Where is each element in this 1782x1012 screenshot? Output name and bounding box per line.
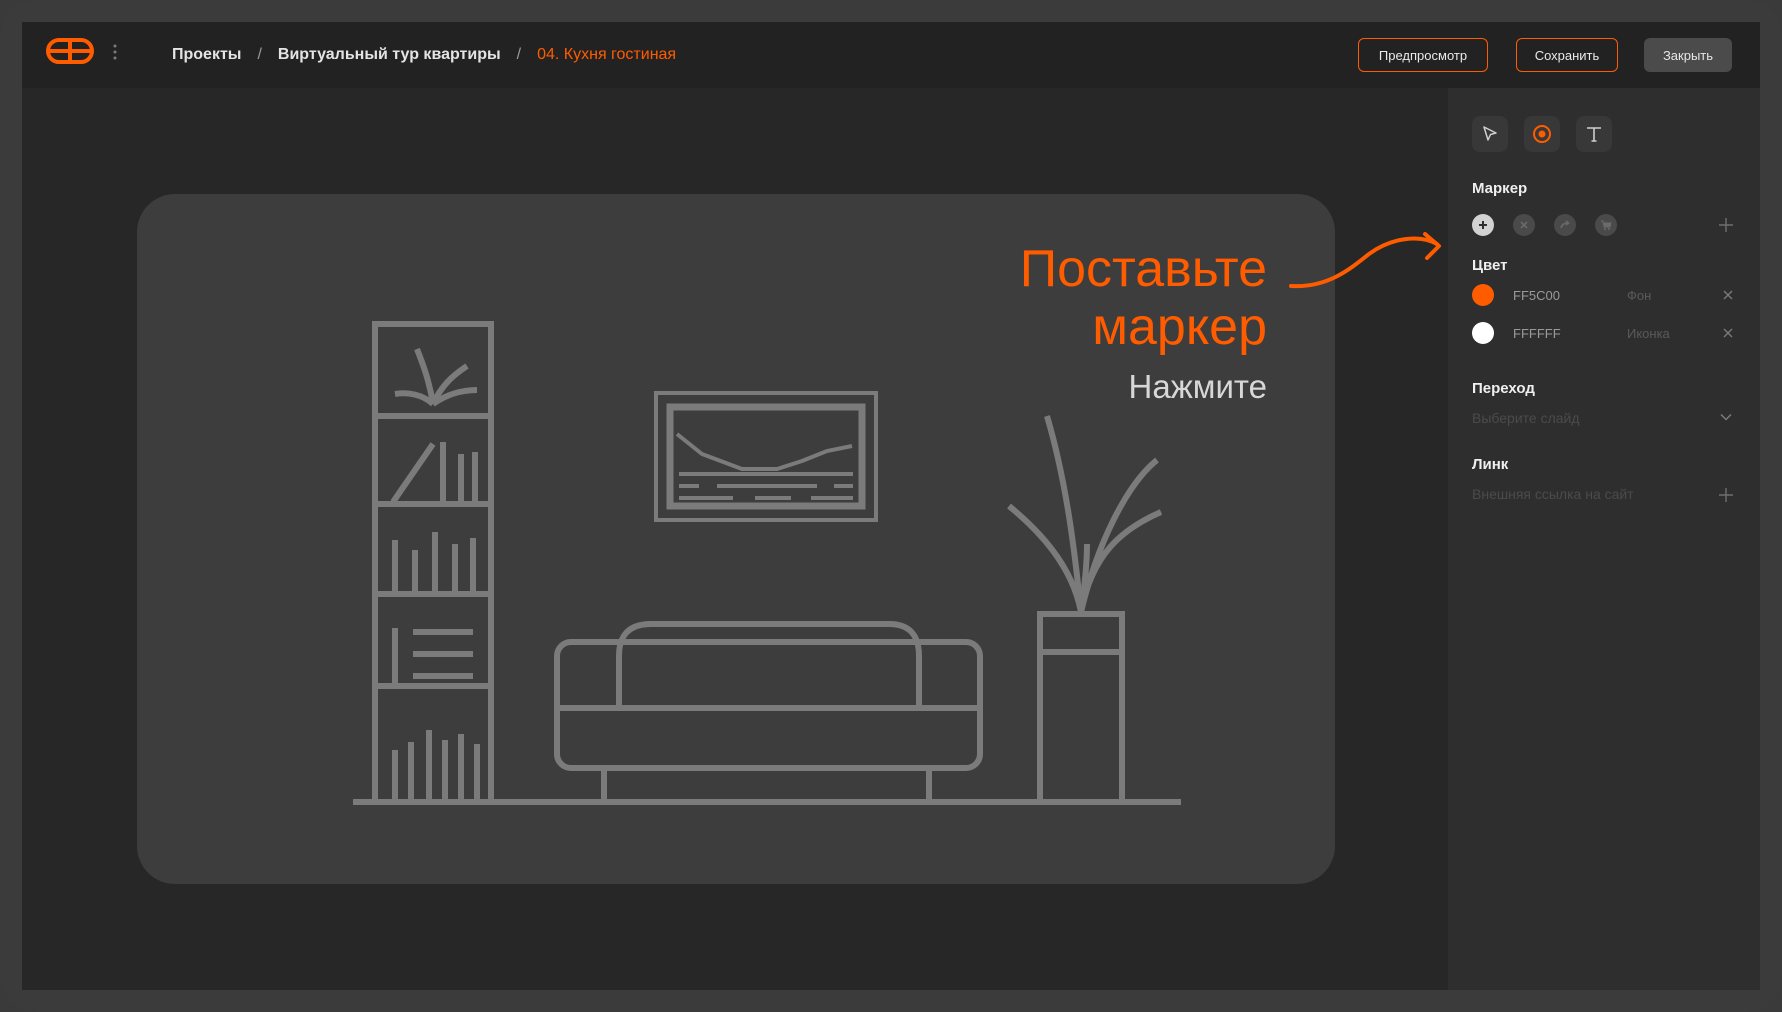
sofa [554, 621, 983, 802]
close-button[interactable]: Закрыть [1644, 38, 1732, 72]
cart-icon[interactable] [1595, 214, 1617, 236]
hint-title: Поставьте маркер [1020, 240, 1267, 356]
breadcrumb-projects[interactable]: Проекты [172, 46, 241, 64]
color-hex-background[interactable]: FF5C00 [1513, 288, 1560, 303]
color-swatch-icon[interactable] [1472, 322, 1494, 344]
properties-panel: Маркер Цвет FF5C00 Фон FFFFFF Иконка Пер… [1448, 88, 1760, 990]
transition-section-title: Переход [1472, 380, 1535, 397]
breadcrumb-tour[interactable]: Виртуальный тур квартиры [278, 46, 501, 64]
color-row-background: FF5C00 Фон [1472, 283, 1736, 309]
hint-title-line2: маркер [1092, 298, 1267, 356]
breadcrumb-current-slide: 04. Кухня гостиная [537, 46, 677, 63]
hint-arrow-icon [1289, 232, 1441, 289]
plus-icon[interactable] [1472, 214, 1494, 236]
color-swatch-background[interactable] [1472, 284, 1494, 306]
color-row-icon: FFFFFF Иконка [1472, 321, 1736, 347]
color-hex-icon[interactable]: FFFFFF [1513, 326, 1561, 341]
wall-picture [654, 391, 878, 522]
top-bar: Проекты / Виртуальный тур квартиры / 04.… [22, 22, 1760, 88]
marker-icon-list [1472, 214, 1617, 236]
text-icon[interactable] [1576, 116, 1612, 152]
slide-select[interactable]: Выберите слайд [1472, 410, 1580, 426]
remove-color-icon[interactable] [1720, 287, 1736, 303]
hint-subtitle: Нажмите [1128, 368, 1267, 405]
breadcrumb: Проекты / Виртуальный тур квартиры / 04.… [172, 22, 676, 88]
close-icon[interactable] [1513, 214, 1535, 236]
logo-icon[interactable] [46, 38, 94, 69]
marker-section-title: Маркер [1472, 180, 1528, 197]
slide-canvas[interactable]: Поставьте маркер Нажмите [137, 194, 1335, 884]
plant-pot [1007, 415, 1163, 805]
chevron-down-icon[interactable] [1716, 407, 1736, 427]
preview-button[interactable]: Предпросмотр [1358, 38, 1488, 72]
breadcrumb-separator: / [516, 46, 522, 63]
link-section-title: Линк [1472, 456, 1509, 473]
device-frame: Проекты / Виртуальный тур квартиры / 04.… [0, 0, 1782, 1012]
bookshelf [372, 321, 494, 805]
color-role-background: Фон [1627, 288, 1652, 303]
arrow-forward-icon[interactable] [1554, 214, 1576, 236]
link-input[interactable]: Внешняя ссылка на сайт [1472, 486, 1634, 502]
marker-icon[interactable] [1524, 116, 1560, 152]
editor-app: Проекты / Виртуальный тур квартиры / 04.… [22, 22, 1760, 990]
hint-title-line1: Поставьте [1019, 240, 1267, 298]
remove-color-icon[interactable] [1720, 325, 1736, 341]
breadcrumb-separator: / [257, 46, 262, 63]
tool-bar [1472, 116, 1612, 152]
add-marker-icon[interactable] [1716, 215, 1736, 235]
add-link-icon[interactable] [1716, 485, 1736, 505]
color-role-icon: Иконка [1627, 326, 1670, 341]
cursor-icon[interactable] [1472, 116, 1508, 152]
save-button[interactable]: Сохранить [1516, 38, 1618, 72]
color-section-title: Цвет [1472, 257, 1508, 274]
more-vertical-icon[interactable] [113, 44, 117, 65]
